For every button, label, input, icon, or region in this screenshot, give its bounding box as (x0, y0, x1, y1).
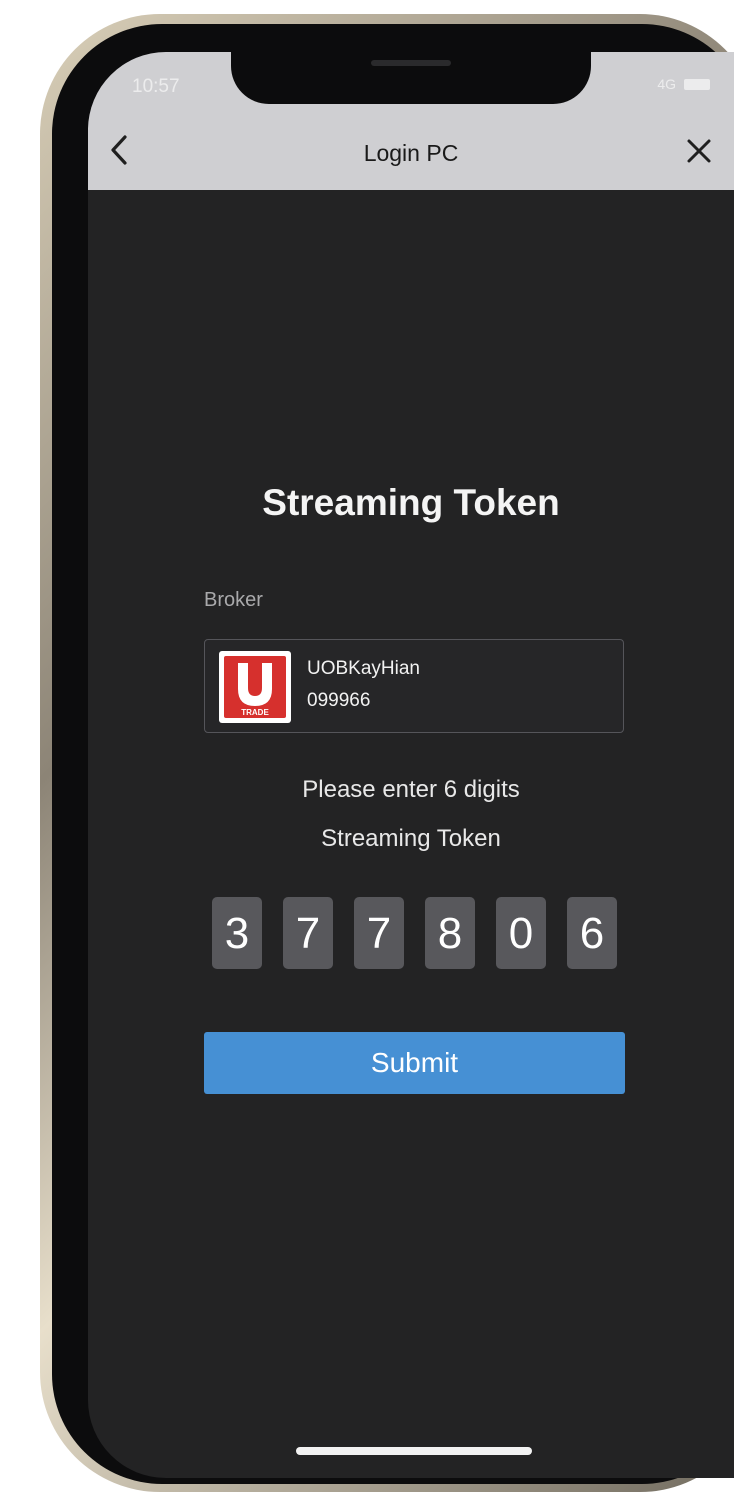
status-time: 10:57 (132, 76, 180, 97)
status-indicators: 4G (657, 76, 710, 92)
broker-selector[interactable]: TRADE UOBKayHian 099966 (204, 639, 624, 733)
nav-header: 10:57 4G Login PC (88, 52, 734, 190)
page-title: Streaming Token (262, 482, 560, 523)
token-digit-4[interactable]: 8 (425, 897, 475, 969)
utrade-u-mark: TRADE (238, 663, 272, 717)
broker-id: 099966 (307, 690, 371, 711)
token-digit-5[interactable]: 0 (496, 897, 546, 969)
home-indicator[interactable] (296, 1447, 532, 1455)
broker-name: UOBKayHian (307, 658, 420, 679)
app-screen: 10:57 4G Login PC Streaming Token Broker (88, 52, 734, 1478)
phone-notch (231, 52, 591, 104)
token-digit-1[interactable]: 3 (212, 897, 262, 969)
instruction-line-1: Please enter 6 digits (302, 776, 520, 803)
battery-icon (684, 78, 710, 90)
token-digit-2[interactable]: 7 (283, 897, 333, 969)
speaker-grille (371, 60, 451, 66)
token-input-row: 3 7 7 8 0 6 (212, 897, 617, 969)
close-button[interactable] (684, 136, 714, 166)
token-digit-3[interactable]: 7 (354, 897, 404, 969)
close-icon (687, 139, 711, 163)
token-digit-6[interactable]: 6 (567, 897, 617, 969)
instruction-line-2: Streaming Token (321, 825, 501, 852)
broker-label: Broker (204, 589, 263, 611)
utrade-logo: TRADE (219, 651, 291, 723)
logo-text: TRADE (241, 708, 269, 717)
submit-button[interactable]: Submit (204, 1032, 625, 1094)
network-label: 4G (657, 76, 676, 92)
nav-title: Login PC (363, 140, 459, 166)
